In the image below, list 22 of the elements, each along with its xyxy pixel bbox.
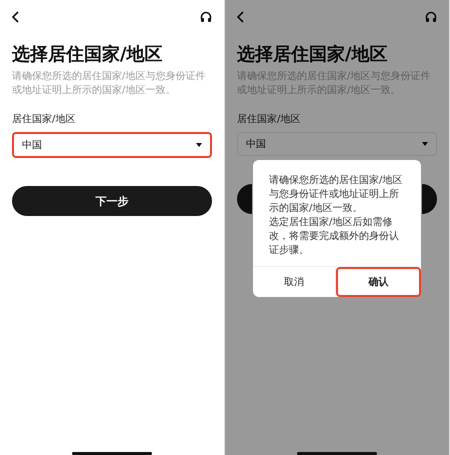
page-title: 选择居住国家/地区: [12, 43, 164, 66]
button-edge-drawing: [422, 184, 437, 214]
dropdown-caret-icon: [196, 143, 202, 147]
select-value: 中国: [246, 138, 266, 151]
dialog-button[interactable]: 确认: [336, 267, 421, 297]
back-icon[interactable]: [237, 11, 245, 23]
dialog-message: 请确保您所选的居住国家/地区与您身份证件或地址证明上所示的国家/地区一致。 选定居住国家/地区后如需修改，将需要完成额外的身份认证步骤。: [268, 174, 404, 258]
back-icon[interactable]: [12, 11, 20, 23]
country-select[interactable]: 中国: [237, 132, 437, 156]
headset-icon[interactable]: [425, 11, 437, 23]
field-label: 居住国家/地区: [12, 112, 76, 126]
page-subtitle: 请确保您所选的居住国家/地区与您身份证件或地址证明上所示的国家/地区一致。: [12, 70, 206, 98]
field-label: 居住国家/地区: [237, 112, 302, 126]
page-title: 选择居住国家/地区: [237, 43, 389, 66]
dialog-button[interactable]: 取消: [253, 267, 334, 297]
select-value: 中国: [22, 138, 42, 152]
country-select[interactable]: 中国: [12, 132, 212, 158]
page-subtitle: 请确保您所选的居住国家/地区与您身份证件或地址证明上所示的国家/地区一致。: [237, 70, 432, 98]
headset-icon[interactable]: [200, 11, 212, 23]
dropdown-caret-icon: [422, 142, 428, 146]
next-button[interactable]: 下一步: [12, 186, 212, 216]
button-edge-drawing: [237, 184, 252, 214]
